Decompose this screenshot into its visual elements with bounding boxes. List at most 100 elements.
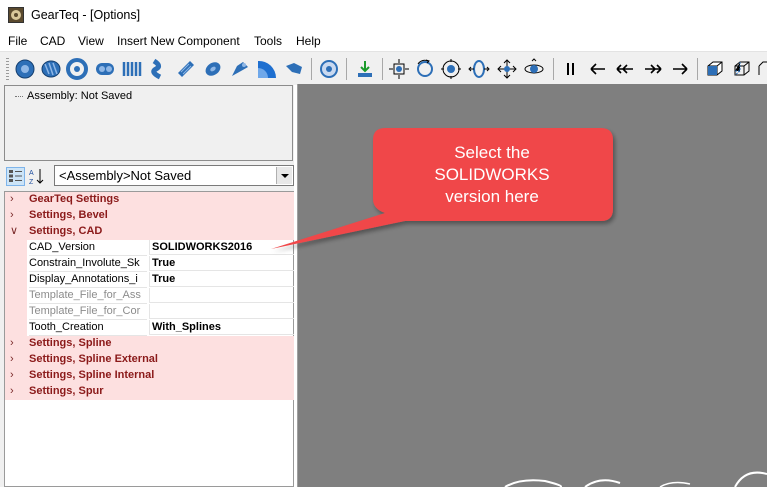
property-category[interactable]: › GearTeq Settings [5,192,294,208]
toolbar-grip[interactable] [6,58,9,80]
tree-connector [15,96,23,97]
menu-tools[interactable]: Tools [254,34,282,48]
toolbar-separator [311,58,312,80]
worm-gear-icon[interactable] [202,58,224,80]
menu-file[interactable]: File [8,34,27,48]
chevron-down-icon[interactable]: ∨ [10,225,20,237]
property-category[interactable]: › Settings, Spline External [5,352,294,368]
spur-gear-icon[interactable] [14,58,36,80]
property-grid: › GearTeq Settings › Settings, Bevel ∨ Settin… [4,191,294,487]
property-row[interactable]: Display_Annotations_i True [5,272,294,288]
step-back-icon[interactable] [614,58,636,80]
left-panel: Assembly: Not Saved AZ <Assembly>Not Sav… [0,84,294,487]
row-gutter [5,288,27,304]
combo-value: <Assembly>Not Saved [59,168,192,183]
category-label: Settings, Bevel [29,209,108,221]
property-category[interactable]: › Settings, Spline Internal [5,368,294,384]
categorized-view-button[interactable] [6,167,25,186]
menu-bar: File CAD View Insert New Component Tools… [0,31,767,51]
property-name: Tooth_Creation [29,320,147,336]
chevron-right-icon[interactable]: › [10,353,20,365]
property-value[interactable]: True [149,256,294,271]
fast-back-icon[interactable] [642,58,664,80]
categorized-icon [9,170,22,182]
property-row[interactable]: Template_File_for_Ass [5,288,294,304]
toolbar-separator [697,58,698,80]
property-row[interactable]: Tooth_Creation With_Splines [5,320,294,336]
property-category[interactable]: › Settings, Spur [5,384,294,400]
property-row[interactable]: Template_File_for_Cor [5,304,294,320]
step-forward-icon[interactable] [758,58,767,80]
menu-help[interactable]: Help [296,34,321,48]
property-toolbar: AZ <Assembly>Not Saved [4,164,294,188]
face-gear-icon[interactable] [283,58,305,80]
iso-view-icon[interactable] [704,58,726,80]
property-value[interactable]: True [149,272,294,287]
property-name: Constrain_Involute_Sk [29,256,147,272]
category-label: GearTeq Settings [29,193,120,205]
properties-icon[interactable] [354,58,376,80]
view-rotate-icon[interactable] [560,58,582,80]
property-value[interactable]: With_Splines [149,320,294,335]
menu-view[interactable]: View [78,34,104,48]
toolbar-separator [553,58,554,80]
property-value [149,304,294,319]
property-value [149,288,294,303]
property-category[interactable]: ∨ Settings, CAD [5,224,294,240]
zoom-window-icon[interactable] [468,58,490,80]
chevron-right-icon[interactable]: › [10,369,20,381]
menu-cad[interactable]: CAD [40,34,65,48]
chevron-right-icon[interactable]: › [10,209,20,221]
fast-forward-icon[interactable] [669,58,691,80]
tree-node-assembly[interactable]: Assembly: Not Saved [27,90,132,102]
zoom-fit-icon[interactable] [414,58,436,80]
property-name: Template_File_for_Cor [29,304,147,320]
object-selector-combo[interactable]: <Assembly>Not Saved [54,165,294,186]
row-gutter [5,320,27,336]
svg-text:Z: Z [29,179,34,186]
property-category[interactable]: › Settings, Spline [5,336,294,352]
worm-icon[interactable] [175,58,197,80]
assembly-tree: Assembly: Not Saved [4,85,293,161]
gear-set-icon[interactable] [94,58,116,80]
rack-icon[interactable] [148,58,170,80]
property-name: Template_File_for_Ass [29,288,147,304]
category-label: Settings, Spur [29,385,104,397]
callout-text: Select the SOLIDWORKS version here [380,142,604,208]
chevron-right-icon[interactable]: › [10,337,20,349]
property-value[interactable]: SOLIDWORKS2016 [149,240,294,255]
callout-line: version here [445,187,539,206]
internal-gear-icon[interactable] [66,58,88,80]
main-toolbar [0,51,767,85]
insert-icon[interactable] [388,58,410,80]
zoom-icon[interactable] [496,58,518,80]
property-row[interactable]: CAD_Version SOLIDWORKS2016 [5,240,294,256]
wireframe-view-icon[interactable] [731,58,753,80]
category-label: Settings, Spline Internal [29,369,155,381]
rotate-icon[interactable] [440,58,462,80]
property-name: Display_Annotations_i [29,272,147,288]
spline-icon[interactable] [121,58,143,80]
category-label: Settings, Spline External [29,353,158,365]
toolbar-separator [346,58,347,80]
row-gutter [5,304,27,320]
bevel-gear-icon[interactable] [229,58,251,80]
pan-icon[interactable] [523,58,545,80]
window-title: GearTeq - [Options] [31,8,141,22]
toolbar-separator [382,58,383,80]
helical-gear-icon[interactable] [40,58,62,80]
property-row[interactable]: Constrain_Involute_Sk True [5,256,294,272]
chevron-right-icon[interactable]: › [10,193,20,205]
alphabetical-view-button[interactable]: AZ [28,167,47,186]
property-category[interactable]: › Settings, Bevel [5,208,294,224]
sector-gear-icon[interactable] [256,58,278,80]
callout-line: SOLIDWORKS [434,165,550,184]
pause-icon[interactable] [587,58,609,80]
row-gutter [5,272,27,288]
chevron-right-icon[interactable]: › [10,385,20,397]
property-name: CAD_Version [29,240,147,256]
hypoid-gear-icon[interactable] [318,58,340,80]
chevron-down-icon[interactable] [276,167,292,184]
menu-insert-new-component[interactable]: Insert New Component [117,34,240,48]
sort-az-icon: AZ [29,169,44,186]
